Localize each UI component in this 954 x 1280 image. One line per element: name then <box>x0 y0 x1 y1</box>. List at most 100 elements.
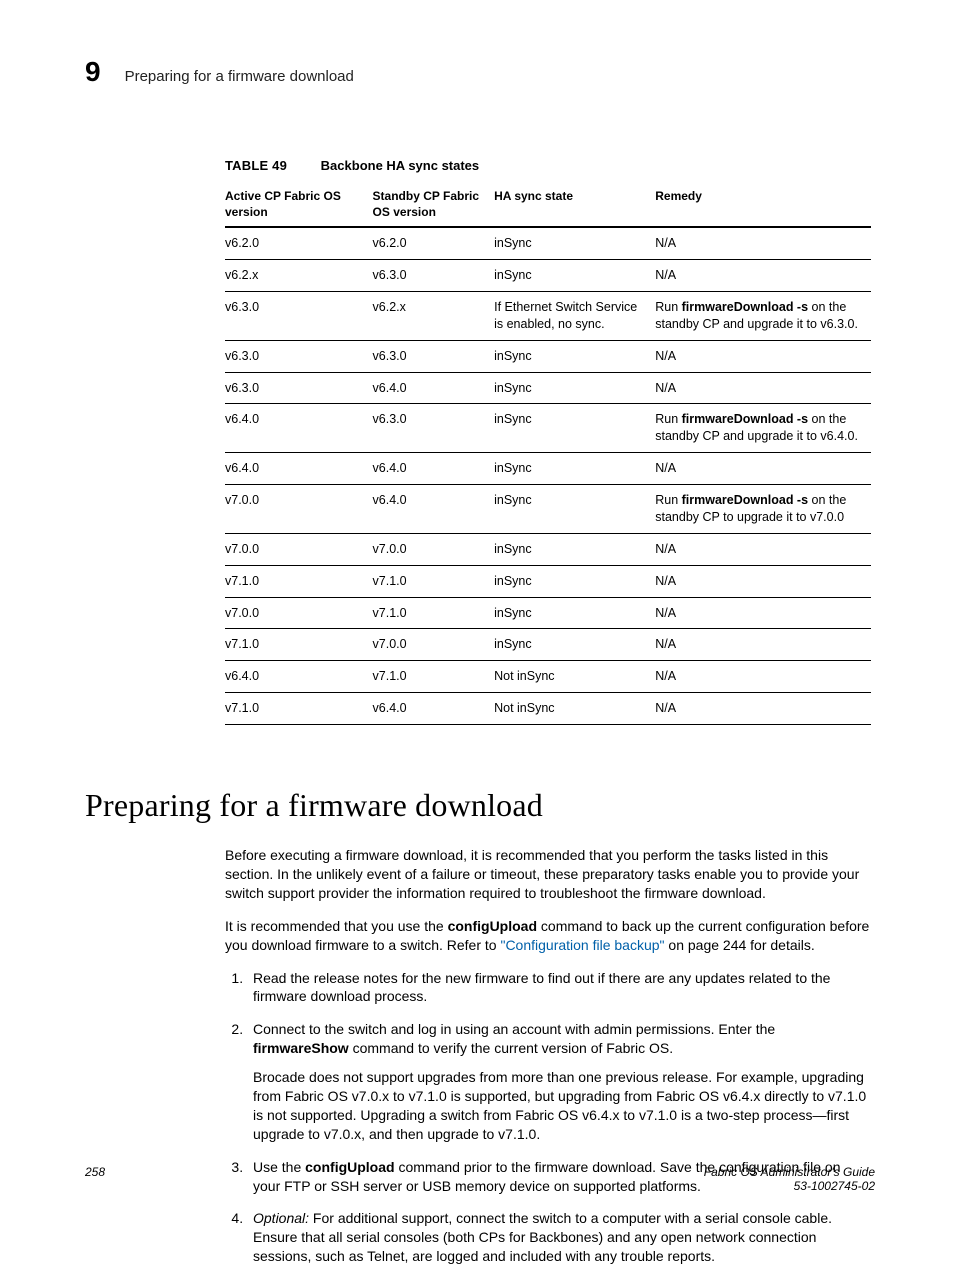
table-row: v7.0.0v7.0.0inSyncN/A <box>225 533 871 565</box>
table-row: v6.3.0v6.3.0inSyncN/A <box>225 340 871 372</box>
col-active: Active CP Fabric OS version <box>225 183 373 227</box>
cell-active: v7.0.0 <box>225 597 373 629</box>
cell-remedy: N/A <box>655 693 871 725</box>
page-footer: 258 Fabric OS Administrator's Guide 53-1… <box>85 1165 875 1193</box>
cell-standby: v6.2.x <box>373 291 495 340</box>
running-header: 9 Preparing for a firmware download <box>85 56 875 88</box>
cell-active: v6.2.0 <box>225 227 373 259</box>
firmwareshow-cmd: firmwareShow <box>253 1040 349 1056</box>
cell-remedy: Run firmwareDownload -s on the standby C… <box>655 404 871 453</box>
col-standby: Standby CP Fabric OS version <box>373 183 495 227</box>
section-heading: Preparing for a firmware download <box>85 787 875 824</box>
cell-remedy: N/A <box>655 533 871 565</box>
cell-state: inSync <box>494 629 655 661</box>
cell-remedy: Run firmwareDownload -s on the standby C… <box>655 291 871 340</box>
chapter-title: Preparing for a firmware download <box>125 68 354 85</box>
cell-active: v6.3.0 <box>225 372 373 404</box>
steps-list: Read the release notes for the new firmw… <box>225 969 871 1267</box>
cell-remedy: N/A <box>655 597 871 629</box>
cell-active: v6.2.x <box>225 260 373 292</box>
col-remedy: Remedy <box>655 183 871 227</box>
cell-remedy: N/A <box>655 661 871 693</box>
cell-remedy: Run firmwareDownload -s on the standby C… <box>655 485 871 534</box>
cell-remedy: N/A <box>655 260 871 292</box>
cell-active: v6.4.0 <box>225 453 373 485</box>
table-row: v7.1.0v6.4.0Not inSyncN/A <box>225 693 871 725</box>
cell-remedy: N/A <box>655 629 871 661</box>
step-4: Optional: For additional support, connec… <box>247 1209 871 1266</box>
cell-active: v7.0.0 <box>225 485 373 534</box>
cell-standby: v6.4.0 <box>373 453 495 485</box>
cell-state: inSync <box>494 404 655 453</box>
cell-state: inSync <box>494 372 655 404</box>
firmwaredownload-cmd: firmwareDownload -s <box>682 300 808 314</box>
cell-state: inSync <box>494 453 655 485</box>
cell-remedy: N/A <box>655 372 871 404</box>
table-row: v7.1.0v7.0.0inSyncN/A <box>225 629 871 661</box>
cell-active: v6.3.0 <box>225 340 373 372</box>
cell-state: inSync <box>494 260 655 292</box>
cell-state: If Ethernet Switch Service is enabled, n… <box>494 291 655 340</box>
doc-title: Fabric OS Administrator's Guide <box>704 1165 875 1179</box>
doc-id: 53-1002745-02 <box>794 1179 875 1193</box>
optional-label: Optional: <box>253 1210 309 1226</box>
table-row: v6.4.0v6.4.0inSyncN/A <box>225 453 871 485</box>
step-2-note: Brocade does not support upgrades from m… <box>253 1068 871 1144</box>
cell-standby: v7.1.0 <box>373 565 495 597</box>
page-number: 258 <box>85 1165 105 1193</box>
cell-standby: v7.0.0 <box>373 629 495 661</box>
table-caption: TABLE 49 Backbone HA sync states <box>225 158 871 173</box>
table-row: v7.0.0v7.1.0inSyncN/A <box>225 597 871 629</box>
cell-standby: v6.4.0 <box>373 372 495 404</box>
step-2: Connect to the switch and log in using a… <box>247 1020 871 1143</box>
cell-state: inSync <box>494 533 655 565</box>
cell-active: v6.4.0 <box>225 404 373 453</box>
table-row: v6.4.0v7.1.0Not inSyncN/A <box>225 661 871 693</box>
cell-standby: v6.3.0 <box>373 340 495 372</box>
intro-paragraph-1: Before executing a firmware download, it… <box>225 846 871 903</box>
cell-remedy: N/A <box>655 227 871 259</box>
intro-paragraph-2: It is recommended that you use the confi… <box>225 917 871 955</box>
cell-state: Not inSync <box>494 661 655 693</box>
configupload-cmd: configUpload <box>448 918 537 934</box>
col-state: HA sync state <box>494 183 655 227</box>
cell-standby: v7.1.0 <box>373 661 495 693</box>
table-label: TABLE 49 <box>225 158 287 173</box>
cell-active: v7.1.0 <box>225 693 373 725</box>
cell-standby: v7.1.0 <box>373 597 495 629</box>
firmwaredownload-cmd: firmwareDownload -s <box>682 412 808 426</box>
config-backup-link[interactable]: "Configuration file backup" <box>500 937 664 953</box>
cell-standby: v6.3.0 <box>373 404 495 453</box>
cell-state: inSync <box>494 340 655 372</box>
firmwaredownload-cmd: firmwareDownload -s <box>682 493 808 507</box>
cell-state: inSync <box>494 597 655 629</box>
cell-standby: v6.4.0 <box>373 693 495 725</box>
chapter-number: 9 <box>85 56 101 88</box>
cell-remedy: N/A <box>655 340 871 372</box>
cell-active: v6.4.0 <box>225 661 373 693</box>
cell-active: v7.1.0 <box>225 629 373 661</box>
cell-standby: v6.4.0 <box>373 485 495 534</box>
cell-active: v7.0.0 <box>225 533 373 565</box>
table-title: Backbone HA sync states <box>321 158 479 173</box>
cell-state: inSync <box>494 565 655 597</box>
table-row: v6.4.0v6.3.0inSyncRun firmwareDownload -… <box>225 404 871 453</box>
cell-standby: v7.0.0 <box>373 533 495 565</box>
table-row: v6.3.0v6.4.0inSyncN/A <box>225 372 871 404</box>
cell-state: Not inSync <box>494 693 655 725</box>
cell-standby: v6.2.0 <box>373 227 495 259</box>
cell-active: v7.1.0 <box>225 565 373 597</box>
ha-sync-table: Active CP Fabric OS version Standby CP F… <box>225 183 871 725</box>
cell-state: inSync <box>494 227 655 259</box>
cell-standby: v6.3.0 <box>373 260 495 292</box>
cell-remedy: N/A <box>655 453 871 485</box>
table-row: v6.2.0v6.2.0inSyncN/A <box>225 227 871 259</box>
table-row: v7.1.0v7.1.0inSyncN/A <box>225 565 871 597</box>
table-row: v6.3.0v6.2.xIf Ethernet Switch Service i… <box>225 291 871 340</box>
cell-active: v6.3.0 <box>225 291 373 340</box>
cell-state: inSync <box>494 485 655 534</box>
table-row: v6.2.xv6.3.0inSyncN/A <box>225 260 871 292</box>
table-row: v7.0.0v6.4.0inSyncRun firmwareDownload -… <box>225 485 871 534</box>
cell-remedy: N/A <box>655 565 871 597</box>
step-1: Read the release notes for the new firmw… <box>247 969 871 1007</box>
